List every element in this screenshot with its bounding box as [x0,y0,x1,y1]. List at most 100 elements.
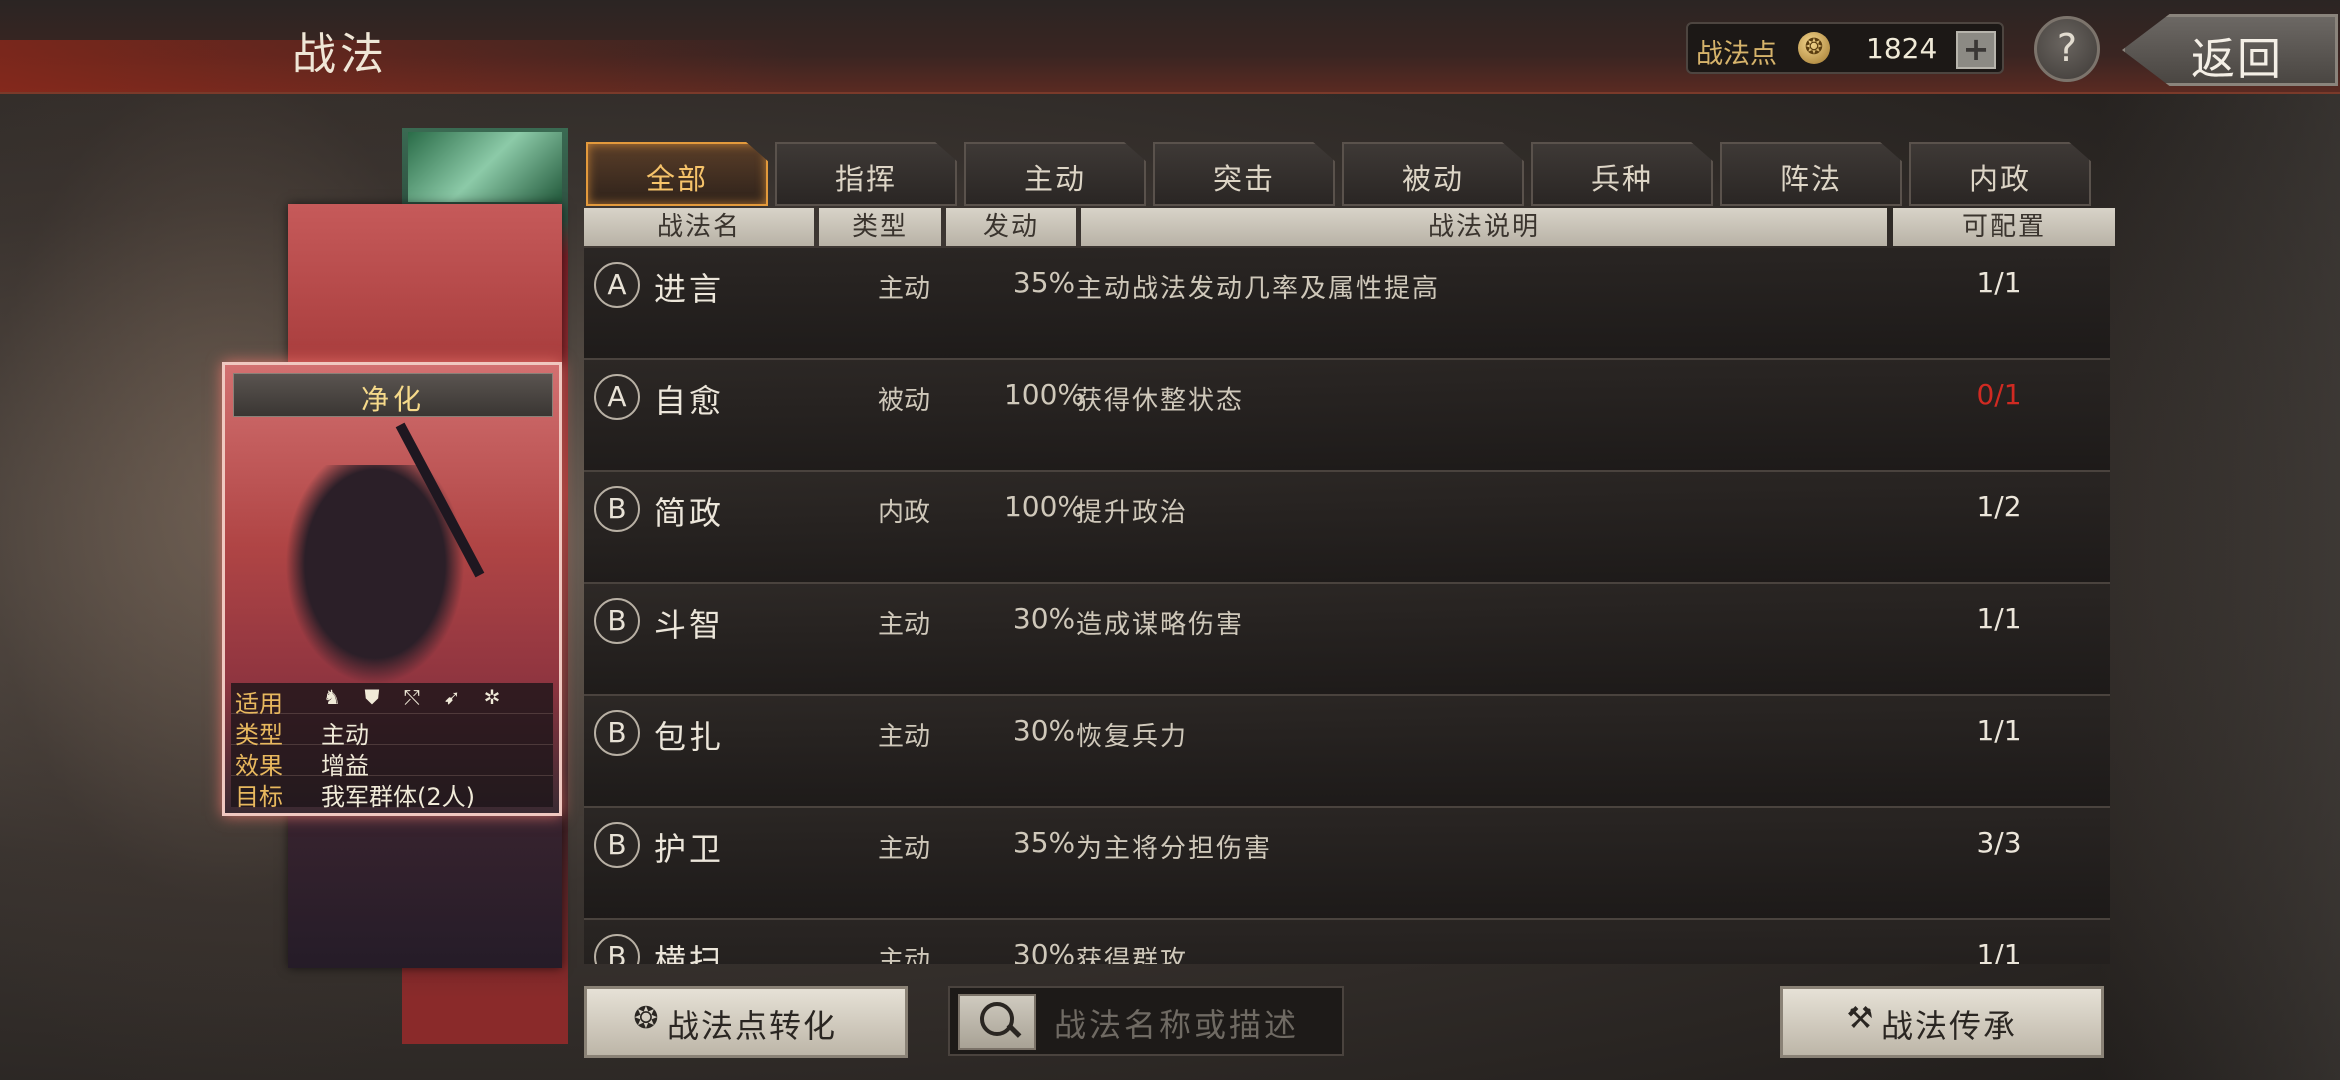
skill-row[interactable]: A 自愈 被动 100% 获得休整状态 0/1 [584,360,2110,472]
tab-label: 内政 [1968,162,2031,196]
tab-label: 兵种 [1590,162,1653,196]
tab-internal[interactable]: 内政 [1909,142,2091,206]
convert-points-label: 战法点转化 [667,1007,838,1045]
add-points-button[interactable]: + [1956,31,1996,69]
tab-label: 全部 [645,162,708,196]
title-glow [0,40,800,92]
skill-row[interactable]: B 横扫 主动 30% 获得群攻 1/1 [584,920,2110,964]
skill-points-value: 1824 [1866,32,1938,65]
skill-row[interactable]: A 进言 主动 35% 主动战法发动几率及属性提高 1/1 [584,248,2110,360]
card-title-bar: 净化 [233,373,553,417]
skill-description: 获得休整状态 [1076,386,1245,416]
skill-count: 1/1 [1976,266,2022,299]
skill-row[interactable]: B 护卫 主动 35% 为主将分担伤害 3/3 [584,808,2110,920]
skill-description: 为主将分担伤害 [1076,834,1273,864]
skill-count: 1/2 [1976,490,2022,523]
grade-badge: B [594,822,640,868]
tab-all[interactable]: 全部 [586,142,768,206]
tab-label: 主动 [1023,162,1086,196]
search-button[interactable] [958,994,1036,1050]
search-placeholder: 战法名称或描述 [1054,1006,1300,1044]
skill-type: 主动 [877,274,930,304]
skill-row[interactable]: B 包扎 主动 30% 恢复兵力 1/1 [584,696,2110,808]
card-row-target: 目标 我军群体(2人) [231,776,553,811]
column-header-rate[interactable]: 发动 [946,208,1076,246]
bow-icon: ⤲ [404,685,420,709]
tab-active[interactable]: 主动 [964,142,1146,206]
tab-label: 阵法 [1779,162,1842,196]
skill-count: 1/1 [1976,938,2022,964]
skill-description: 提升政治 [1076,498,1189,528]
skill-type: 主动 [877,610,930,640]
card-title: 净化 [360,383,425,416]
skill-name: 进言 [654,270,725,308]
convert-points-button[interactable]: ❂ 战法点转化 [584,986,908,1058]
tab-formation[interactable]: 阵法 [1720,142,1902,206]
skill-points-label: 战法点 [1696,39,1777,70]
skill-name: 斗智 [654,606,725,644]
skill-count: 1/1 [1976,714,2022,747]
search-icon [980,1002,1014,1036]
skill-description: 获得群攻 [1076,946,1189,964]
skill-name: 护卫 [654,830,725,868]
top-bar: 战法 战法点 ❂ 1824 + ? 返回 [0,0,2340,94]
tab-label: 被动 [1401,162,1464,196]
inherit-skill-button[interactable]: ⚒ 战法传承 [1780,986,2104,1058]
green-flag-art [408,132,562,202]
skill-name: 自愈 [654,382,725,420]
skill-type: 主动 [877,722,930,752]
tab-passive[interactable]: 被动 [1342,142,1524,206]
card-row-effect: 效果 增益 [231,745,553,780]
grade-badge: B [594,934,640,964]
skill-count: 0/1 [1976,378,2022,411]
card-row-type: 类型 主动 [231,714,553,749]
wheel-icon: ✲ [483,685,501,709]
spear-icon: ➹ [443,685,461,709]
skill-row[interactable]: B 简政 内政 100% 提升政治 1/2 [584,472,2110,584]
tab-assault[interactable]: 突击 [1153,142,1335,206]
skill-type: 被动 [877,386,930,416]
column-header-name[interactable]: 战法名 [584,208,814,246]
skill-name: 简政 [654,494,725,532]
skill-points-box: 战法点 ❂ 1824 + [1686,22,2004,74]
skill-count: 1/1 [1976,602,2022,635]
card-info-panel: 适用 ♞ ⛊ ⤲ ➹ ✲ 类型 主动 效果 增益 目标 我军群体(2人) [231,683,553,811]
hammer-icon: ⚒ [1846,1001,1876,1036]
help-button[interactable]: ? [2034,16,2100,82]
skill-list[interactable]: A 进言 主动 35% 主动战法发动几率及属性提高 1/1 A 自愈 被动 10… [584,248,2110,964]
skill-name: 横扫 [654,942,725,964]
skill-type: 主动 [877,834,930,864]
back-label: 返回 [2191,34,2283,85]
back-button[interactable]: 返回 [2122,14,2338,86]
grade-badge: B [594,598,640,644]
grade-badge: A [594,374,640,420]
column-header-type[interactable]: 类型 [819,208,941,246]
tab-command[interactable]: 指挥 [775,142,957,206]
column-header-count[interactable]: 可配置 [1893,208,2115,246]
tab-label: 突击 [1212,162,1275,196]
skill-description: 主动战法发动几率及属性提高 [1076,274,1441,304]
skill-type: 内政 [877,498,930,528]
skill-description: 造成谋略伤害 [1076,610,1245,640]
tab-troop[interactable]: 兵种 [1531,142,1713,206]
inherit-skill-label: 战法传承 [1881,1007,2018,1045]
grade-badge: B [594,486,640,532]
tab-label: 指挥 [834,162,897,196]
coin-icon: ❂ [633,1001,661,1036]
page-title: 战法 [292,29,388,80]
grade-badge: A [594,262,640,308]
selected-skill-card[interactable]: 净化 适用 ♞ ⛊ ⤲ ➹ ✲ 类型 主动 效果 增益 目标 我军群体(2人) [222,362,562,816]
skill-row[interactable]: B 斗智 主动 30% 造成谋略伤害 1/1 [584,584,2110,696]
column-header-description: 战法说明 [1081,208,1887,246]
skill-point-coin-icon: ❂ [1798,32,1830,64]
skill-type: 主动 [877,946,930,964]
shield-icon: ⛊ [364,685,380,709]
card-key: 目标 [235,783,283,811]
card-row-applicable: 适用 ♞ ⛊ ⤲ ➹ ✲ [231,683,553,718]
search-field[interactable]: 战法名称或描述 [948,986,1344,1056]
card-value: 我军群体(2人) [321,783,475,811]
cavalry-icon: ♞ [323,685,341,709]
background-right [2100,90,2340,1080]
skill-count: 3/3 [1976,826,2022,859]
skill-name: 包扎 [654,718,725,756]
